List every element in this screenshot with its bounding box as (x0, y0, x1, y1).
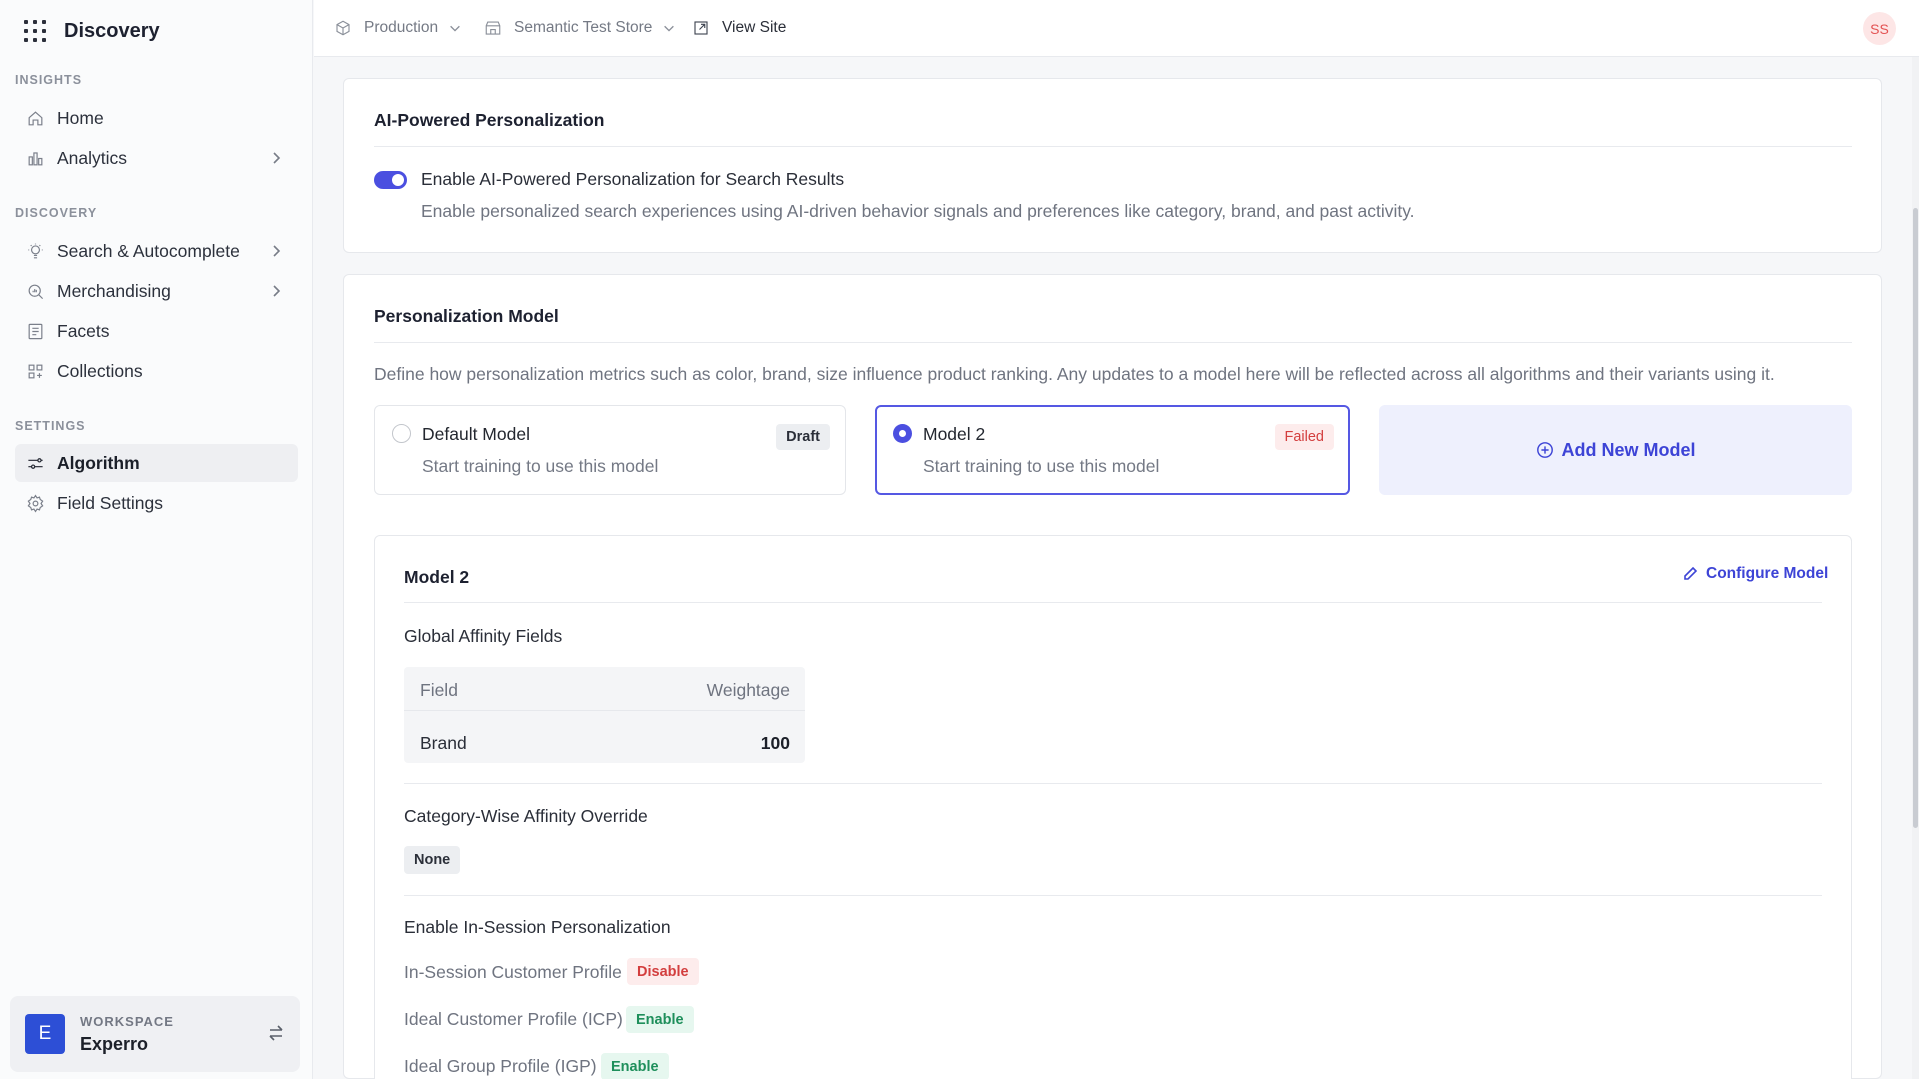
sidebar-item-label: Collections (57, 360, 143, 381)
table-cell-field: Brand (420, 733, 467, 753)
add-model-label: Add New Model (1561, 439, 1696, 460)
radio-default-model[interactable] (392, 424, 411, 443)
pencil-icon (1684, 566, 1698, 580)
configure-model-button[interactable]: Configure Model (1682, 565, 1828, 583)
sidebar-item-facets[interactable]: Facets (15, 312, 298, 350)
configure-label: Configure Model (1706, 565, 1829, 582)
sidebar-item-label: Home (57, 107, 104, 128)
divider (374, 342, 1852, 343)
sidebar-item-search-autocomplete[interactable]: Search & Autocomplete (15, 232, 298, 270)
in-session-item-label: Ideal Group Profile (IGP) (404, 1056, 597, 1076)
swap-icon[interactable] (266, 1023, 286, 1043)
sidebar-item-analytics[interactable]: Analytics (15, 139, 298, 177)
sidebar-item-label: Algorithm (57, 452, 140, 473)
facets-icon (25, 321, 45, 341)
model-section-title: Personalization Model (374, 306, 559, 326)
status-badge: Enable (626, 1006, 694, 1033)
model-desc: Start training to use this model (422, 456, 659, 476)
environment-label: Production (364, 19, 439, 36)
model-detail-title: Model 2 (404, 567, 470, 587)
brand: Discovery (24, 16, 160, 46)
model-desc: Start training to use this model (923, 456, 1160, 476)
user-avatar[interactable]: SS (1863, 12, 1896, 45)
sidebar-item-merchandising[interactable]: Merchandising (15, 272, 298, 310)
toggle-label: Enable AI-Powered Personalization for Se… (421, 169, 845, 189)
section-label-settings: SETTINGS (15, 419, 86, 433)
workspace-text: WORKSPACE Experro (80, 1014, 174, 1055)
app-title: Discovery (64, 19, 160, 42)
status-badge: Disable (627, 958, 699, 985)
analytics-icon (25, 148, 45, 168)
merch-search-icon (25, 281, 45, 301)
sidebar: Discovery INSIGHTS Home Analytics DISCOV… (0, 0, 313, 1079)
category-override-title: Category-Wise Affinity Override (404, 806, 648, 826)
divider (374, 146, 1852, 147)
in-session-title: Enable In-Session Personalization (404, 917, 671, 937)
personalization-title: AI-Powered Personalization (374, 110, 605, 130)
view-site-link[interactable]: View Site (692, 16, 786, 40)
sidebar-item-label: Field Settings (57, 492, 164, 513)
table-cell-weightage: 100 (760, 733, 790, 753)
model-name: Model 2 (923, 424, 986, 444)
home-icon (25, 108, 45, 128)
table-divider (404, 710, 805, 711)
personalization-card (343, 78, 1882, 253)
model-option-default[interactable]: Default Model Start training to use this… (374, 405, 846, 495)
workspace-name: Experro (80, 1033, 149, 1054)
external-link-icon (694, 21, 708, 35)
cube-icon (336, 20, 350, 36)
status-badge: Enable (601, 1053, 669, 1079)
chevron-right-icon (268, 243, 284, 259)
collections-icon (25, 361, 45, 381)
chevron-down-icon (450, 25, 460, 32)
add-new-model-button[interactable]: Add New Model (1379, 405, 1852, 495)
divider (404, 783, 1822, 784)
status-badge: Failed (1274, 424, 1334, 450)
section-label-discovery: DISCOVERY (15, 206, 98, 220)
chevron-right-icon (268, 283, 284, 299)
plus-circle-icon (1536, 442, 1553, 458)
table-header-field: Field (420, 680, 458, 700)
sidebar-item-label: Analytics (57, 147, 128, 168)
workspace-avatar: E (25, 1014, 65, 1054)
gear-icon (25, 493, 45, 513)
divider (404, 602, 1822, 603)
category-override-value: None (404, 846, 461, 874)
bulb-icon (25, 241, 45, 261)
affinity-table: Field Weightage Brand 100 (404, 667, 805, 763)
personalization-toggle[interactable] (374, 171, 407, 189)
workspace-switcher[interactable]: E WORKSPACE Experro (10, 996, 300, 1072)
global-affinity-title: Global Affinity Fields (404, 626, 563, 646)
apps-grid-icon[interactable] (24, 20, 46, 42)
environment-selector[interactable]: Production (334, 16, 462, 40)
store-label: Semantic Test Store (514, 19, 653, 36)
in-session-item-label: Ideal Customer Profile (ICP) (404, 1009, 623, 1029)
store-selector[interactable]: Semantic Test Store (484, 16, 676, 40)
model-section-description: Define how personalization metrics such … (374, 364, 1775, 384)
scrollbar-thumb[interactable] (1913, 208, 1918, 828)
workspace-label: WORKSPACE (80, 1013, 174, 1029)
sidebar-item-label: Facets (57, 320, 110, 341)
radio-model-2[interactable] (893, 424, 912, 443)
store-icon (485, 21, 501, 35)
divider (404, 895, 1822, 896)
model-name: Default Model (422, 424, 530, 444)
chevron-down-icon (664, 25, 675, 32)
model-option-model-2[interactable]: Model 2 Start training to use this model… (875, 405, 1350, 495)
in-session-item-label: In-Session Customer Profile (404, 962, 622, 982)
table-header-weightage: Weightage (706, 680, 790, 700)
topbar: Production Semantic Test Store View Site (314, 0, 1919, 57)
toggle-description: Enable personalized search experiences u… (421, 201, 1415, 221)
sliders-icon (25, 453, 45, 473)
sidebar-item-algorithm[interactable]: Algorithm (15, 444, 298, 482)
sidebar-item-collections[interactable]: Collections (15, 352, 298, 390)
chevron-right-icon (268, 150, 284, 166)
sidebar-item-field-settings[interactable]: Field Settings (15, 484, 298, 522)
view-site-label: View Site (722, 19, 787, 36)
sidebar-item-home[interactable]: Home (15, 99, 298, 137)
status-badge: Draft (776, 424, 830, 450)
sidebar-item-label: Search & Autocomplete (57, 240, 240, 261)
sidebar-item-label: Merchandising (57, 280, 171, 301)
section-label-insights: INSIGHTS (15, 73, 83, 87)
